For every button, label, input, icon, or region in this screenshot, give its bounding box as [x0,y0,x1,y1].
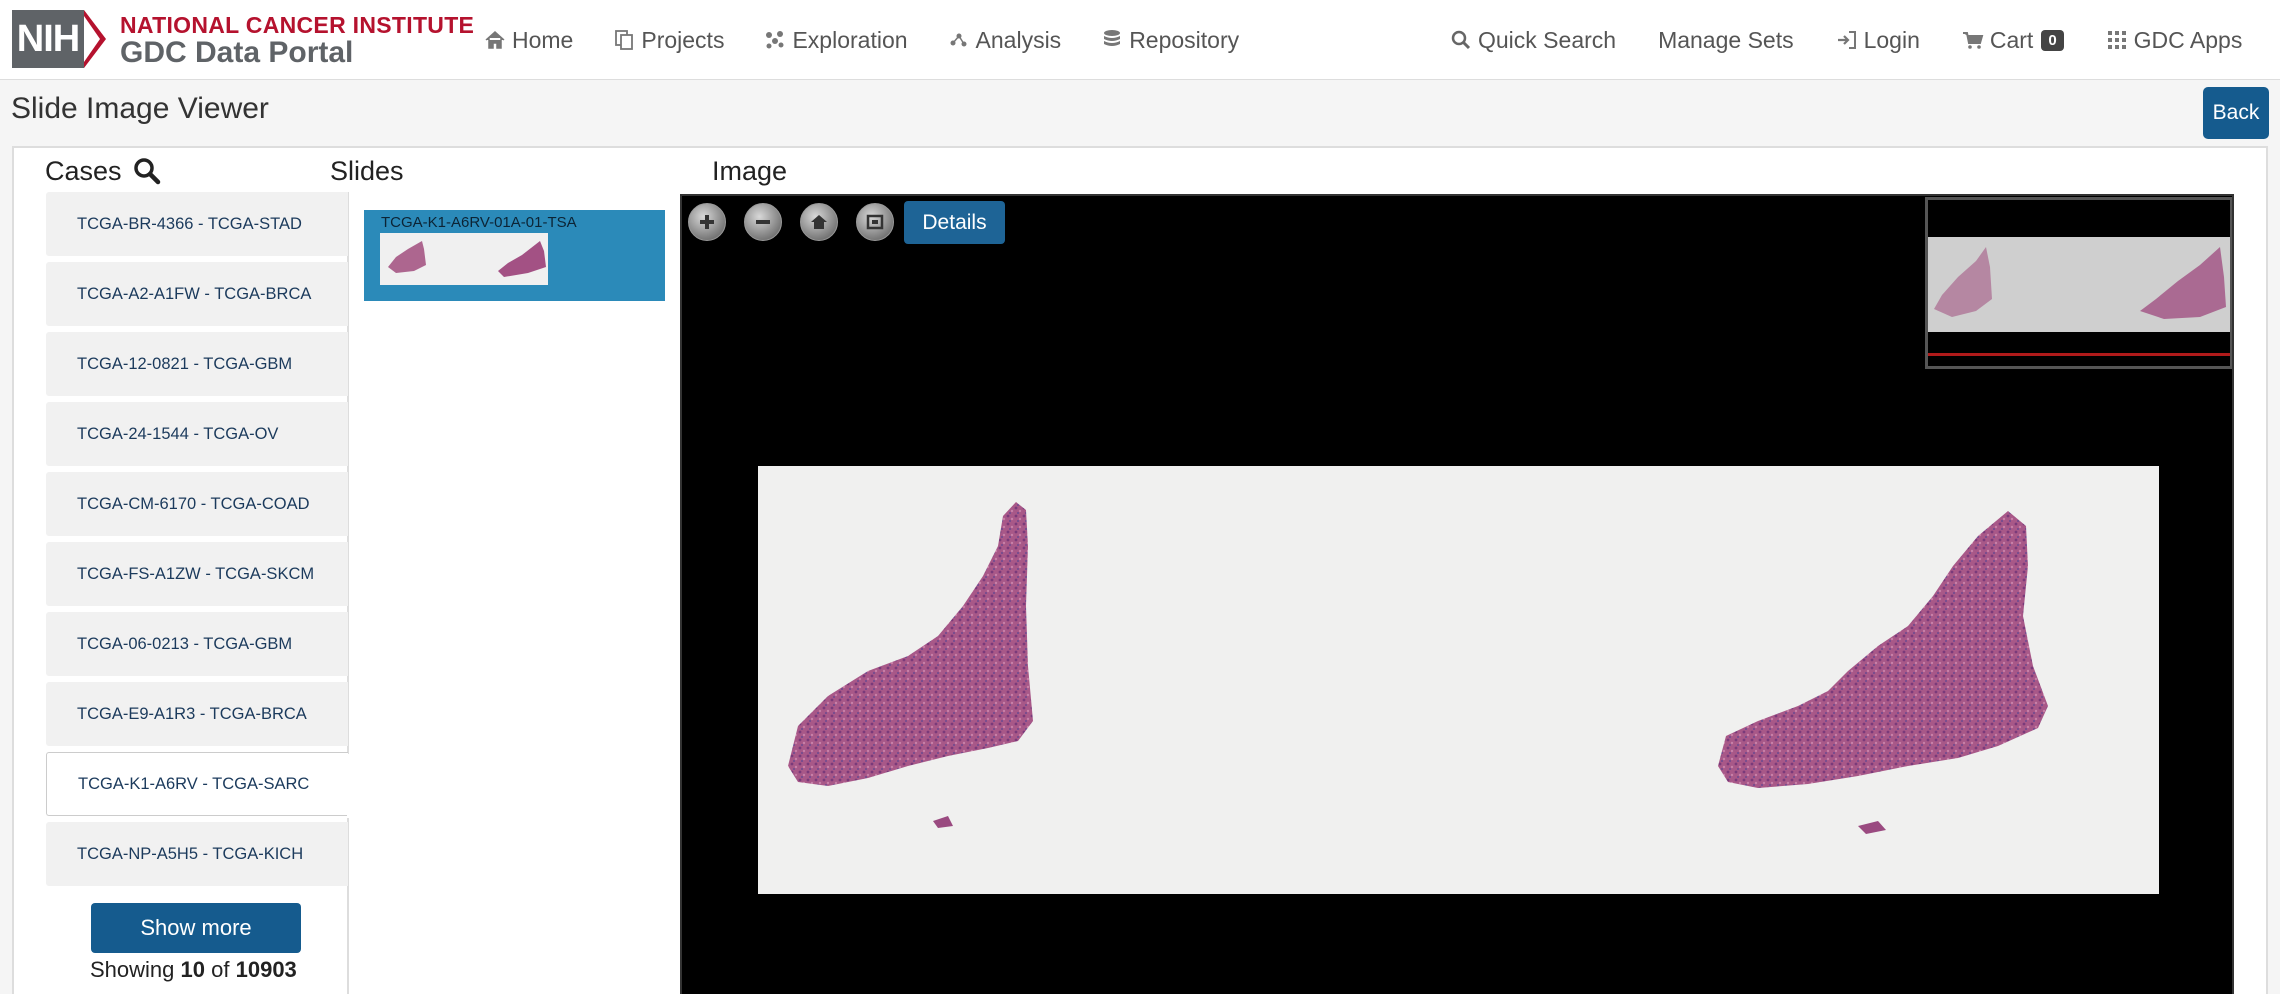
analysis-icon [950,33,967,47]
zoom-in-icon [700,215,714,229]
cases-heading: Cases [45,156,122,186]
cart-count-badge: 0 [2041,29,2064,51]
main-nav: Home Projects Exploration Analysis Repos… [484,0,1279,80]
slide-image-viewer[interactable]: Details [680,194,2234,994]
nav-home[interactable]: Home [484,27,573,54]
zoom-out-icon [756,220,770,224]
search-icon[interactable] [133,157,161,185]
navigator-minimap[interactable] [1925,197,2232,369]
case-item[interactable]: TCGA-24-1544 - TCGA-OV [46,402,348,466]
nav-login[interactable]: Login [1836,27,1920,54]
case-item[interactable]: TCGA-FS-A1ZW - TCGA-SKCM [46,542,348,606]
top-header: NIH NATIONAL CANCER INSTITUTE GDC Data P… [0,0,2280,80]
zoom-in-button[interactable] [688,203,726,241]
case-item[interactable]: TCGA-A2-A1FW - TCGA-BRCA [46,262,348,326]
copy-icon [615,30,634,50]
case-item[interactable]: TCGA-CM-6170 - TCGA-COAD [46,472,348,536]
nih-logo[interactable]: NIH [12,10,84,68]
slide-thumbnail [380,233,548,285]
fullscreen-icon [866,214,884,230]
user-nav: Quick Search Manage Sets Login Cart 0 GD… [1450,0,2280,80]
case-item[interactable]: TCGA-NP-A5H5 - TCGA-KICH [46,822,348,886]
cart-icon [1962,32,1984,49]
nav-exploration[interactable]: Exploration [764,27,908,54]
nav-gdc-apps[interactable]: GDC Apps [2106,27,2242,54]
fullscreen-button[interactable] [856,203,894,241]
nodes-icon [766,31,784,49]
zoom-out-button[interactable] [744,203,782,241]
home-icon [485,30,505,49]
nav-repository[interactable]: Repository [1101,27,1239,54]
slide-label: TCGA-K1-A6RV-01A-01-TSA [381,214,577,231]
nav-quick-search[interactable]: Quick Search [1450,27,1616,54]
slide-item-selected[interactable]: TCGA-K1-A6RV-01A-01-TSA [364,210,665,301]
nav-projects[interactable]: Projects [613,27,724,54]
details-button[interactable]: Details [904,201,1005,244]
login-icon [1837,31,1856,49]
nav-analysis[interactable]: Analysis [948,27,1061,54]
case-item[interactable]: TCGA-E9-A1R3 - TCGA-BRCA [46,682,348,746]
image-heading: Image [712,156,788,186]
case-item[interactable]: TCGA-12-0821 - TCGA-GBM [46,332,348,396]
nav-cart[interactable]: Cart 0 [1962,27,2064,54]
cases-list: TCGA-BR-4366 - TCGA-STAD TCGA-A2-A1FW - … [46,192,348,892]
show-more-button[interactable]: Show more [91,903,301,953]
tissue-slide-image [758,466,2159,894]
grid-icon [2107,31,2126,49]
search-icon [1451,30,1471,50]
case-item[interactable]: TCGA-06-0213 - TCGA-GBM [46,612,348,676]
showing-count: Showing 10 of 10903 [90,957,297,982]
portal-name[interactable]: GDC Data Portal [120,36,353,70]
nav-manage-sets[interactable]: Manage Sets [1658,27,1794,54]
case-item[interactable]: TCGA-BR-4366 - TCGA-STAD [46,192,348,256]
case-item-selected[interactable]: TCGA-K1-A6RV - TCGA-SARC [46,752,348,816]
slides-heading: Slides [330,156,404,186]
home-view-button[interactable] [800,203,838,241]
home-icon [811,215,827,229]
database-icon [1104,30,1121,46]
back-button[interactable]: Back [2203,87,2269,139]
institute-name[interactable]: NATIONAL CANCER INSTITUTE [120,12,474,39]
page-title: Slide Image Viewer [11,92,269,125]
